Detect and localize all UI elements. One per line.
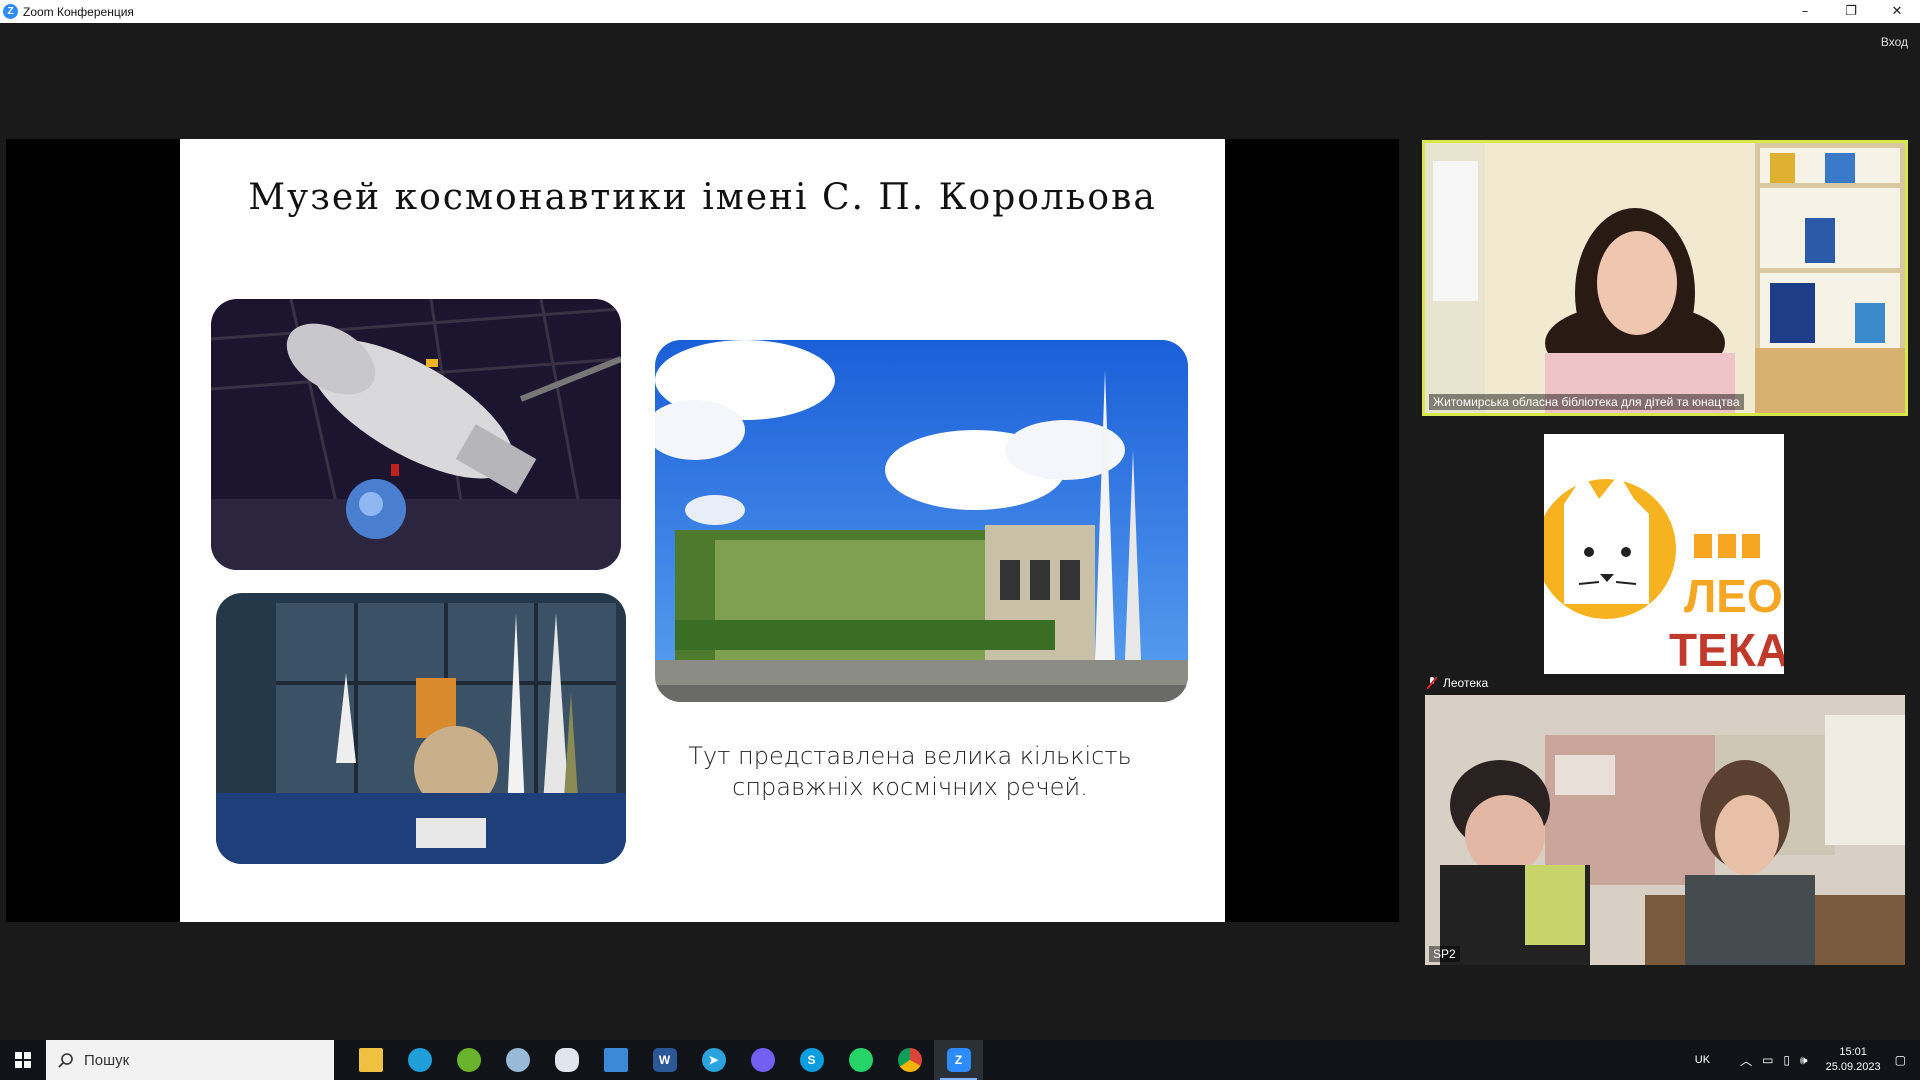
slide-title: Музей космонавтики імені С. П. Корольова	[248, 177, 1157, 218]
participant-name: Леотека	[1443, 676, 1489, 689]
start-button[interactable]	[0, 1040, 46, 1080]
museum-building-photo	[655, 340, 1188, 702]
slide-caption: Тут представлена велика кількість справж…	[660, 741, 1160, 803]
participant-video-active-speaker[interactable]: Житомирська обласна бібліотека для дітей…	[1422, 140, 1908, 416]
chrome-icon[interactable]	[885, 1040, 934, 1080]
zoom-icon[interactable]: Z	[934, 1040, 983, 1080]
network-icon[interactable]: ▭	[1762, 1053, 1773, 1067]
utorrent-icon[interactable]	[444, 1040, 493, 1080]
edge-icon[interactable]	[395, 1040, 444, 1080]
paint-icon[interactable]	[493, 1040, 542, 1080]
language-indicator[interactable]: UK	[1695, 1054, 1710, 1066]
rockets-display-photo	[216, 593, 626, 864]
system-tray: UK ︿ ▭ ▯ 🕪 15:01 25.09.2023 ▢	[1695, 1040, 1920, 1080]
taskbar: Пошук W ➤ S Z UK ︿ ▭ ▯ 🕪 15:01 25.09.202…	[0, 1040, 1920, 1080]
caption-line-1: Тут представлена велика кількість	[688, 742, 1132, 770]
participant-name: SP2	[1429, 946, 1460, 962]
skype-icon[interactable]: S	[787, 1040, 836, 1080]
leoteka-logo-text-2: ТЕКА	[1669, 624, 1784, 674]
muted-microphone-icon	[1426, 676, 1438, 689]
spacecraft-photo	[211, 299, 621, 570]
taskbar-clock[interactable]: 15:01 25.09.2023	[1826, 1045, 1881, 1075]
word-icon[interactable]: W	[640, 1040, 689, 1080]
viber-icon[interactable]	[738, 1040, 787, 1080]
minimize-button[interactable]: –	[1782, 0, 1828, 23]
zoom-logo-icon: Z	[3, 4, 18, 19]
caption-line-2: справжніх космічних речей.	[732, 773, 1088, 801]
volume-icon[interactable]: 🕪	[1800, 1053, 1808, 1068]
participant-name: Житомирська обласна бібліотека для дітей…	[1429, 394, 1744, 410]
participant-name-row: Леотека	[1426, 676, 1489, 689]
leoteka-logo-text-1: ЛЕО	[1684, 570, 1783, 622]
participant-video-feed	[1425, 695, 1905, 965]
shared-screen[interactable]: Музей космонавтики імені С. П. Корольова	[6, 139, 1399, 922]
folder-icon[interactable]	[346, 1040, 395, 1080]
search-icon	[58, 1053, 73, 1068]
clock-time: 15:01	[1839, 1046, 1867, 1058]
taskbar-search-box[interactable]: Пошук	[46, 1040, 334, 1080]
battery-icon[interactable]: ▯	[1783, 1053, 1790, 1067]
participant-video-feed	[1425, 143, 1905, 413]
presentation-slide: Музей космонавтики імені С. П. Корольова	[180, 139, 1225, 922]
windows-logo-icon	[15, 1052, 31, 1068]
clock-date: 25.09.2023	[1825, 1061, 1881, 1073]
participant-tile-leoteka[interactable]: ЛЕО ТЕКА Леотека	[1425, 431, 1905, 689]
sign-in-link[interactable]: Вход	[1881, 35, 1908, 49]
leoteka-logo: ЛЕО ТЕКА	[1536, 434, 1789, 676]
remote-desktop-icon[interactable]	[591, 1040, 640, 1080]
window-title: Zoom Конференция	[23, 4, 134, 19]
title-bar: Z Zoom Конференция – ❐ ✕	[0, 0, 1920, 23]
telegram-icon[interactable]: ➤	[689, 1040, 738, 1080]
search-placeholder: Пошук	[84, 1051, 130, 1069]
participant-video-sp2[interactable]: SP2	[1425, 695, 1905, 965]
meeting-area: Вход Музей космонавтики імені С. П. Коро…	[0, 23, 1920, 1040]
whatsapp-icon[interactable]	[836, 1040, 885, 1080]
cloud-app-icon[interactable]	[542, 1040, 591, 1080]
restore-button[interactable]: ❐	[1828, 0, 1874, 23]
notifications-icon[interactable]: ▢	[1895, 1053, 1906, 1067]
chevron-up-icon[interactable]: ︿	[1740, 1052, 1752, 1069]
close-button[interactable]: ✕	[1874, 0, 1920, 23]
